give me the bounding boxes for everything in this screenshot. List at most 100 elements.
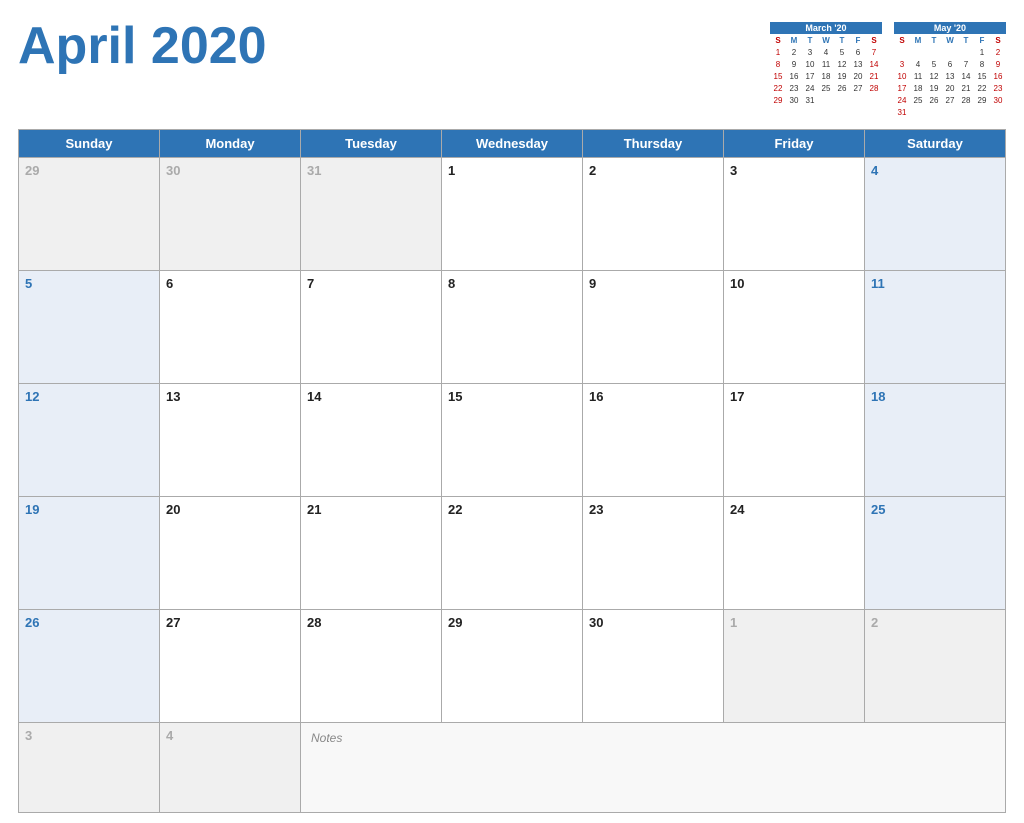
calendar-day-31-march[interactable]: 31 xyxy=(301,158,442,271)
mini-cal-may-title: May '20 xyxy=(894,22,1006,34)
mini-day: 9 xyxy=(786,59,802,71)
calendar-day-2-may[interactable]: 2 xyxy=(865,610,1006,723)
mini-day: 31 xyxy=(894,107,910,119)
weekday-header-monday: Monday xyxy=(160,130,301,158)
mini-day: - xyxy=(910,47,926,59)
mini-day: 26 xyxy=(834,83,850,95)
calendar-day-19[interactable]: 19 xyxy=(19,497,160,610)
calendar-day-13[interactable]: 13 xyxy=(160,384,301,497)
calendar-day-30-march[interactable]: 30 xyxy=(160,158,301,271)
notes-label: Notes xyxy=(311,731,342,745)
calendar-day-16[interactable]: 16 xyxy=(583,384,724,497)
calendar-day-1-may[interactable]: 1 xyxy=(724,610,865,723)
calendar-day-30[interactable]: 30 xyxy=(583,610,724,723)
calendar-day-15[interactable]: 15 xyxy=(442,384,583,497)
notes-area[interactable]: Notes xyxy=(301,723,1006,813)
mini-day: 16 xyxy=(786,71,802,83)
mini-day: 14 xyxy=(866,59,882,71)
mini-day: 4 xyxy=(910,59,926,71)
mini-day: 18 xyxy=(818,71,834,83)
mini-day: 9 xyxy=(990,59,1006,71)
calendar-day-6[interactable]: 6 xyxy=(160,271,301,384)
calendar-day-5[interactable]: 5 xyxy=(19,271,160,384)
mini-day: - xyxy=(958,47,974,59)
calendar-week-5: 26 27 28 29 30 1 2 xyxy=(19,610,1006,723)
mini-cal-march-grid: S M T W T F S 1 2 3 4 5 6 7 8 9 10 xyxy=(770,35,882,107)
calendar-day-7[interactable]: 7 xyxy=(301,271,442,384)
mini-day: 7 xyxy=(958,59,974,71)
calendar-day-12[interactable]: 12 xyxy=(19,384,160,497)
calendar-day-14[interactable]: 14 xyxy=(301,384,442,497)
weekday-header-saturday: Saturday xyxy=(865,130,1006,158)
mini-cal-may-grid: S M T W T F S - - - - - 1 2 3 4 5 xyxy=(894,35,1006,119)
page-title: April 2020 xyxy=(18,18,267,75)
calendar-day-24[interactable]: 24 xyxy=(724,497,865,610)
mini-day: 3 xyxy=(894,59,910,71)
mini-day: 30 xyxy=(786,95,802,107)
mini-day: 12 xyxy=(834,59,850,71)
calendar-body: 29 30 31 1 2 3 4 5 6 7 8 9 10 11 12 13 xyxy=(19,158,1006,723)
weekday-header-friday: Friday xyxy=(724,130,865,158)
calendar-notes-row: 3 4 Notes xyxy=(19,723,1006,813)
mini-day-label: M xyxy=(786,35,802,47)
main-calendar: Sunday Monday Tuesday Wednesday Thursday… xyxy=(18,129,1006,813)
calendar-day-22[interactable]: 22 xyxy=(442,497,583,610)
weekday-header-wednesday: Wednesday xyxy=(442,130,583,158)
calendar-day-26[interactable]: 26 xyxy=(19,610,160,723)
mini-day-label: T xyxy=(834,35,850,47)
mini-day: 15 xyxy=(770,71,786,83)
calendar-day-1[interactable]: 1 xyxy=(442,158,583,271)
mini-day: 1 xyxy=(974,47,990,59)
calendar-day-9[interactable]: 9 xyxy=(583,271,724,384)
calendar-day-17[interactable]: 17 xyxy=(724,384,865,497)
mini-day: 1 xyxy=(770,47,786,59)
calendar-day-8[interactable]: 8 xyxy=(442,271,583,384)
mini-day: 17 xyxy=(802,71,818,83)
weekday-header-thursday: Thursday xyxy=(583,130,724,158)
mini-day: 31 xyxy=(802,95,818,107)
calendar-day-23[interactable]: 23 xyxy=(583,497,724,610)
mini-day: 6 xyxy=(942,59,958,71)
calendar-day-29[interactable]: 29 xyxy=(442,610,583,723)
mini-day: 24 xyxy=(802,83,818,95)
mini-day-label: S xyxy=(866,35,882,47)
calendar-day-27[interactable]: 27 xyxy=(160,610,301,723)
mini-day: 4 xyxy=(818,47,834,59)
calendar-day-10[interactable]: 10 xyxy=(724,271,865,384)
mini-day-label: S xyxy=(990,35,1006,47)
calendar-day-2[interactable]: 2 xyxy=(583,158,724,271)
mini-day-label: T xyxy=(802,35,818,47)
mini-day: 8 xyxy=(974,59,990,71)
mini-day: 11 xyxy=(818,59,834,71)
mini-day: - xyxy=(926,47,942,59)
calendar-day-3[interactable]: 3 xyxy=(724,158,865,271)
calendar-day-29-march[interactable]: 29 xyxy=(19,158,160,271)
calendar-day-21[interactable]: 21 xyxy=(301,497,442,610)
calendar-day-4-may[interactable]: 4 xyxy=(160,723,301,813)
mini-day: - xyxy=(942,47,958,59)
mini-day: 15 xyxy=(974,71,990,83)
calendar-day-20[interactable]: 20 xyxy=(160,497,301,610)
mini-day: 19 xyxy=(834,71,850,83)
mini-day-label: W xyxy=(818,35,834,47)
mini-day: 20 xyxy=(850,71,866,83)
mini-day: 2 xyxy=(786,47,802,59)
calendar-day-28[interactable]: 28 xyxy=(301,610,442,723)
calendar-day-4[interactable]: 4 xyxy=(865,158,1006,271)
mini-day: 22 xyxy=(974,83,990,95)
mini-day: 14 xyxy=(958,71,974,83)
mini-day-label: W xyxy=(942,35,958,47)
calendar-week-1: 29 30 31 1 2 3 4 xyxy=(19,158,1006,271)
mini-day: 13 xyxy=(942,71,958,83)
mini-day: 28 xyxy=(958,95,974,107)
calendar-week-2: 5 6 7 8 9 10 11 xyxy=(19,271,1006,384)
calendar-day-3-may[interactable]: 3 xyxy=(19,723,160,813)
calendar-week-3: 12 13 14 15 16 17 18 xyxy=(19,384,1006,497)
calendar-day-18[interactable]: 18 xyxy=(865,384,1006,497)
mini-day: 27 xyxy=(850,83,866,95)
calendar-day-25[interactable]: 25 xyxy=(865,497,1006,610)
calendar-day-11[interactable]: 11 xyxy=(865,271,1006,384)
mini-cal-may: May '20 S M T W T F S - - - - - 1 2 3 xyxy=(894,22,1006,119)
mini-day: 27 xyxy=(942,95,958,107)
mini-day-label: T xyxy=(958,35,974,47)
